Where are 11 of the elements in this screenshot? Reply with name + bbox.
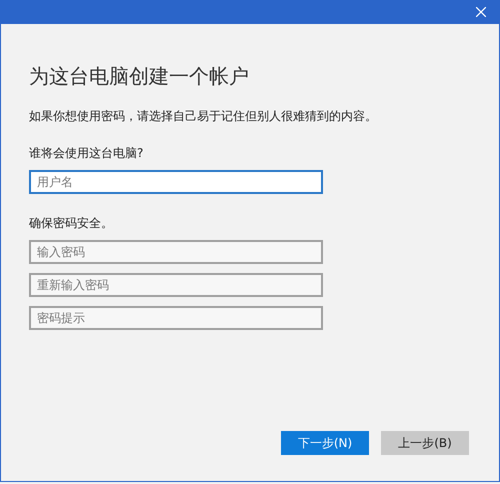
section-label: 确保密码安全。 — [29, 215, 113, 232]
back-button[interactable]: 上一步(B) — [381, 431, 469, 455]
input-field[interactable]: 用户名 — [29, 170, 323, 194]
input-field[interactable]: 输入密码 — [29, 240, 323, 264]
input-field[interactable]: 重新输入密码 — [29, 273, 323, 297]
input-field[interactable]: 密码提示 — [29, 306, 323, 330]
next-button[interactable]: 下一步(N) — [281, 431, 369, 455]
description-text: 如果你想使用密码，请选择自己易于记住但别人很难猜到的内容。 — [29, 108, 377, 125]
close-icon — [476, 7, 486, 17]
section-label: 谁将会使用这台电脑? — [29, 145, 144, 162]
dialog-heading: 为这台电脑创建一个帐户 — [29, 63, 249, 90]
